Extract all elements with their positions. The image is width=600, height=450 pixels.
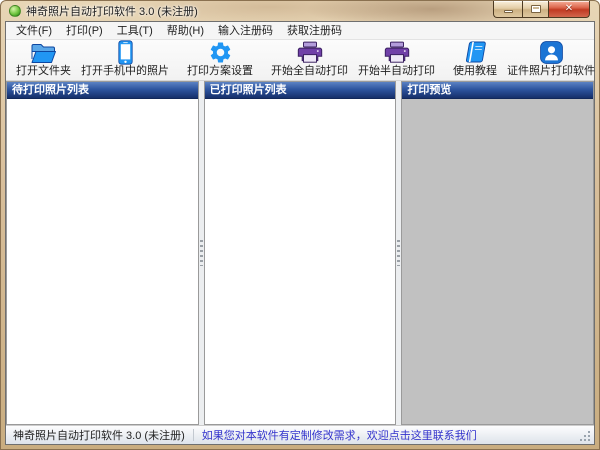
toolbar-open-folder-button[interactable]: 打开文件夹 (11, 40, 76, 80)
toolbar-label: 开始全自动打印 (271, 65, 348, 78)
panel-printed-photos: 已打印照片列表 (204, 81, 397, 425)
statusbar-separator (193, 429, 194, 441)
close-icon: ✕ (565, 4, 573, 14)
toolbar-print-settings-button[interactable]: 打印方案设置 (182, 40, 258, 80)
toolbar-label: 打开文件夹 (16, 65, 71, 78)
printer-icon (297, 41, 323, 65)
menu-print[interactable]: 打印(P) (59, 22, 110, 40)
toolbar-start-auto-print-button[interactable]: 开始全自动打印 (266, 40, 353, 80)
app-icon (9, 5, 21, 17)
panel-pending-photos: 待打印照片列表 (6, 81, 199, 425)
statusbar-contact-link[interactable]: 如果您对本软件有定制修改需求，欢迎点击这里联系我们 (202, 427, 477, 443)
panel-header-printed: 已打印照片列表 (205, 82, 396, 99)
printer-icon (384, 41, 410, 65)
panel-header-pending: 待打印照片列表 (7, 82, 198, 99)
toolbar-label: 开始半自动打印 (358, 65, 435, 78)
window-controls: ✕ (493, 1, 590, 18)
toolbar-id-photo-software-button[interactable]: 证件照片打印软件 (502, 40, 600, 80)
close-button[interactable]: ✕ (549, 1, 590, 18)
toolbar-label: 打印方案设置 (187, 65, 253, 78)
toolbar-open-phone-photos-button[interactable]: 打开手机中的照片 (76, 40, 174, 80)
statusbar-app-info: 神奇照片自动打印软件 3.0 (未注册) (13, 427, 185, 443)
splitter-grip-icon (200, 240, 203, 266)
printed-photos-list[interactable] (205, 99, 396, 424)
phone-icon (118, 40, 133, 65)
minimize-icon (504, 10, 513, 13)
panel-header-preview: 打印预览 (402, 82, 593, 99)
toolbar: 打开文件夹 打开手机中的照片 (6, 40, 594, 81)
main-panels: 待打印照片列表 已打印照片列表 打印预览 (6, 81, 594, 425)
menu-get-regcode[interactable]: 获取注册码 (280, 22, 349, 40)
toolbar-label: 证件照片打印软件 (507, 65, 595, 78)
toolbar-start-semiauto-print-button[interactable]: 开始半自动打印 (353, 40, 440, 80)
menu-help[interactable]: 帮助(H) (160, 22, 211, 40)
toolbar-label: 打开手机中的照片 (81, 65, 169, 78)
maximize-button[interactable] (522, 1, 549, 18)
book-icon (462, 40, 488, 65)
titlebar[interactable]: 神奇照片自动打印软件 3.0 (未注册) ✕ (1, 1, 599, 21)
menu-file[interactable]: 文件(F) (9, 22, 59, 40)
toolbar-tutorial-button[interactable]: 使用教程 (448, 40, 502, 80)
menu-tools[interactable]: 工具(T) (110, 22, 160, 40)
app-window: 神奇照片自动打印软件 3.0 (未注册) ✕ 文件(F) 打印(P) 工具(T)… (0, 0, 600, 450)
resize-grip[interactable] (580, 430, 591, 441)
panel-print-preview: 打印预览 (401, 81, 594, 425)
maximize-icon (531, 5, 541, 13)
splitter-grip-icon (397, 240, 400, 266)
toolbar-label: 使用教程 (453, 65, 497, 78)
window-content: 文件(F) 打印(P) 工具(T) 帮助(H) 输入注册码 获取注册码 打开文件… (5, 21, 595, 445)
menubar: 文件(F) 打印(P) 工具(T) 帮助(H) 输入注册码 获取注册码 (6, 22, 594, 40)
folder-icon (30, 42, 57, 65)
menu-enter-regcode[interactable]: 输入注册码 (211, 22, 280, 40)
window-title: 神奇照片自动打印软件 3.0 (未注册) (26, 3, 198, 19)
id-photo-icon (539, 40, 564, 65)
print-preview-area (402, 99, 593, 424)
pending-photos-list[interactable] (7, 99, 198, 424)
gear-icon (208, 40, 233, 65)
minimize-button[interactable] (493, 1, 522, 18)
statusbar: 神奇照片自动打印软件 3.0 (未注册) 如果您对本软件有定制修改需求，欢迎点击… (6, 425, 594, 444)
